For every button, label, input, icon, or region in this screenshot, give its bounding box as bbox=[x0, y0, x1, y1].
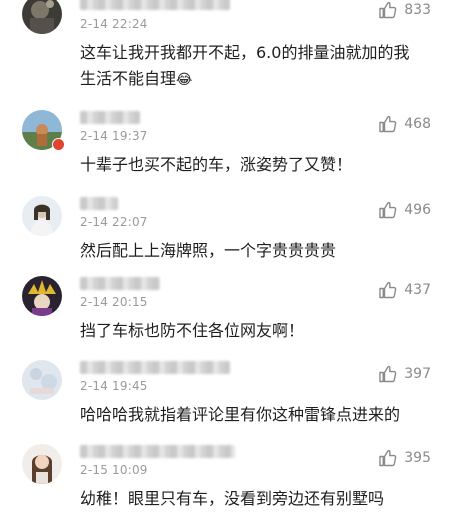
like-count: 437 bbox=[404, 282, 431, 298]
avatar[interactable] bbox=[22, 0, 62, 34]
like-button[interactable]: 395 bbox=[378, 448, 431, 468]
username[interactable] bbox=[80, 0, 230, 10]
thumbs-up-icon bbox=[378, 0, 398, 20]
thumbs-up-icon bbox=[378, 200, 398, 220]
thumbs-up-icon bbox=[378, 114, 398, 134]
like-button[interactable]: 468 bbox=[378, 114, 431, 134]
username[interactable] bbox=[80, 277, 160, 290]
comment-text: 然后配上上海牌照，一个字贵贵贵贵 bbox=[80, 241, 337, 260]
like-count: 496 bbox=[404, 202, 431, 218]
like-button[interactable]: 397 bbox=[378, 364, 431, 384]
comment-text: 挡了车标也防不住各位网友啊！ bbox=[80, 321, 305, 340]
thumbs-up-icon bbox=[378, 364, 398, 384]
comment-list: 2-14 22:24 833 这车让我开我都开不起，6.0的排量油就加的我生活不… bbox=[0, 0, 449, 528]
like-button[interactable]: 437 bbox=[378, 280, 431, 300]
comment-time: 2-14 22:24 bbox=[80, 17, 148, 31]
comment-time: 2-14 22:07 bbox=[80, 215, 148, 229]
like-count: 833 bbox=[404, 2, 431, 18]
verified-badge bbox=[52, 138, 65, 151]
avatar[interactable] bbox=[22, 276, 62, 316]
comment-time: 2-14 19:37 bbox=[80, 129, 148, 143]
comment-text: 十辈子也买不起的车，涨姿势了又赞！ bbox=[80, 155, 353, 174]
username[interactable] bbox=[80, 361, 230, 374]
like-count: 397 bbox=[404, 366, 431, 382]
like-count: 468 bbox=[404, 116, 431, 132]
avatar[interactable] bbox=[22, 360, 62, 400]
like-count: 395 bbox=[404, 450, 431, 466]
laughing-emoji: 😂 bbox=[176, 72, 193, 88]
comment-time: 2-15 10:09 bbox=[80, 463, 148, 477]
like-button[interactable]: 496 bbox=[378, 200, 431, 220]
comment-time: 2-14 20:15 bbox=[80, 295, 148, 309]
like-button[interactable]: 833 bbox=[378, 0, 431, 20]
comment-body: 这车让我开我都开不起，6.0的排量油就加的我生活不能自理 bbox=[80, 43, 410, 88]
username[interactable] bbox=[80, 445, 235, 458]
thumbs-up-icon bbox=[378, 448, 398, 468]
comment-text: 幼稚！眼里只有车，没看到旁边还有别墅吗 bbox=[80, 489, 385, 508]
avatar[interactable] bbox=[22, 444, 62, 484]
comment-time: 2-14 19:45 bbox=[80, 379, 148, 393]
username[interactable] bbox=[80, 111, 140, 124]
avatar[interactable] bbox=[22, 196, 62, 236]
comment-text: 哈哈哈我就指着评论里有你这种雷锋点进来的 bbox=[80, 405, 401, 424]
thumbs-up-icon bbox=[378, 280, 398, 300]
username[interactable] bbox=[80, 197, 118, 210]
comment-text: 这车让我开我都开不起，6.0的排量油就加的我生活不能自理😂 bbox=[80, 40, 425, 93]
